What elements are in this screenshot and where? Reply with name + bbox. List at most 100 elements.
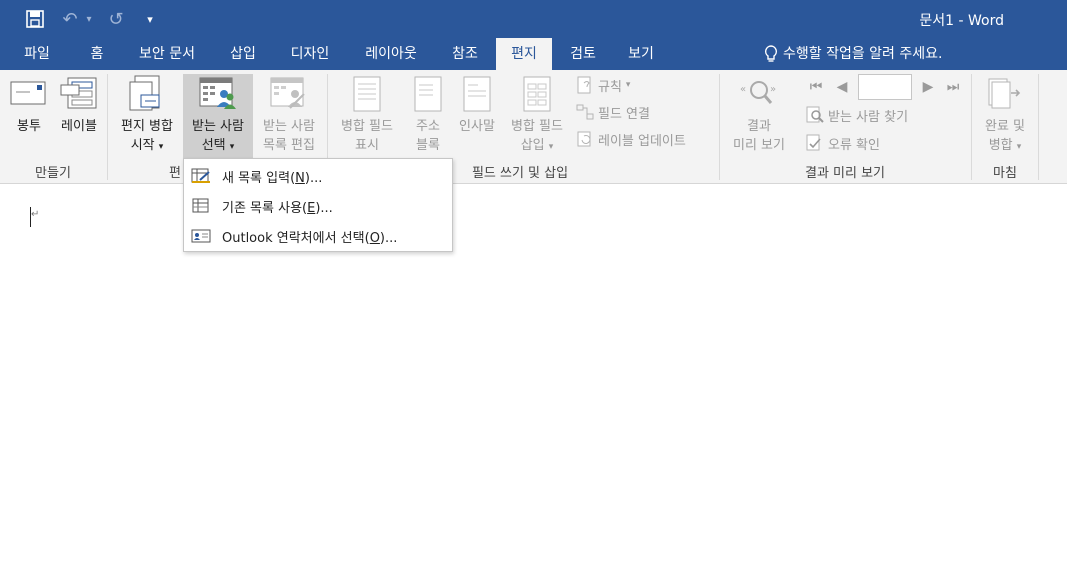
tab-references[interactable]: 참조 [440,38,490,70]
next-record-icon[interactable]: ▶ [920,78,936,96]
menu-item-label: 기존 목록 사용(E)... [222,197,333,216]
edit-recipient-list-button[interactable]: 받는 사람 목록 편집 [254,74,324,160]
tab-security[interactable]: 보안 문서 [128,38,206,70]
envelopes-button[interactable]: 봉투 [6,74,52,160]
word-window: ↶ ▾ ↺ ▾ 문서1 - Word 파일 홈 보안 문서 삽입 디자인 레이아… [0,0,1067,570]
undo-dropdown-icon[interactable]: ▾ [84,8,94,30]
tab-design[interactable]: 디자인 [280,38,340,70]
insert-merge-field-line2: 삽입 [520,138,545,153]
save-icon[interactable] [22,8,48,30]
window-title: 문서1 - Word [919,13,1004,29]
preview-magnifier-icon: «» [739,74,779,114]
tab-file[interactable]: 파일 [12,38,62,70]
group-finish-label: 마침 [993,166,1017,181]
update-labels-button[interactable]: 레이블 업데이트 [576,128,686,150]
recipients-icon [198,74,238,114]
group-write-insert-label: 필드 쓰기 및 삽입 [471,166,569,181]
last-record-icon[interactable]: ⏭ [945,78,961,96]
highlight-fields-label: 병합 필드 [341,119,393,134]
group-preview-label: 결과 미리 보기 [804,166,886,181]
tab-view[interactable]: 보기 [616,38,666,70]
preview-results-label-2: 미리 보기 [733,138,785,153]
svg-text:«: « [740,84,746,95]
tab-review[interactable]: 검토 [558,38,608,70]
start-merge-line2: 시작 [130,138,155,153]
highlight-merge-fields-button[interactable]: 병합 필드 표시 [330,74,404,160]
menu-item-label: Outlook 연락처에서 선택(O)... [222,227,397,246]
contact-card-icon [190,227,212,245]
tell-me-text: 수행할 작업을 알려 주세요. [783,46,943,62]
select-recipients-button[interactable]: 받는 사람 선택 ▾ [183,74,253,160]
labels-icon [59,74,99,114]
first-record-icon[interactable]: ⏮ [808,78,824,96]
address-block-label-2: 블록 [416,138,440,153]
tab-insert[interactable]: 삽입 [218,38,268,70]
tab-layout[interactable]: 레이아웃 [354,38,428,70]
record-number-input[interactable] [858,74,912,100]
ribbon: 봉투 레이블 만들기 편지 병합 시작 ▾ 받는 사람 선택 ▾ 받는 사람 목… [0,70,1067,184]
edit-list-icon [269,74,309,114]
start-merge-label-2: 시작 ▾ [130,138,164,153]
finish-merge-icon [985,74,1025,114]
match-fields-icon [576,104,594,120]
menu-text: Outlook 연락처에서 선택( [222,230,370,246]
undo-icon[interactable]: ↶ [60,8,80,30]
update-labels-icon [577,131,591,147]
redo-icon[interactable]: ↺ [106,8,126,30]
find-recipient-button[interactable]: 받는 사람 찾기 [806,104,908,126]
insert-merge-field-button[interactable]: 병합 필드 삽입 ▾ [502,74,572,160]
match-fields-button[interactable]: 필드 연결 [576,101,650,123]
menu-access-key: N [295,170,305,186]
address-block-button[interactable]: 주소 블록 [406,74,450,160]
select-recipients-label-2: 선택 ▾ [201,138,235,153]
start-merge-label: 편지 병합 [121,119,173,134]
paragraph-mark: ↵ [31,209,40,220]
address-block-label: 주소 [416,119,440,134]
insert-merge-field-label-2: 삽입 ▾ [520,138,554,153]
update-labels-label: 레이블 업데이트 [598,133,686,149]
title-bar: ↶ ▾ ↺ ▾ 문서1 - Word [0,0,1067,38]
group-separator [719,74,720,180]
rules-icon [577,76,591,94]
finish-merge-button[interactable]: 완료 및 병합 ▾ [974,74,1036,160]
new-list-icon [190,167,212,185]
preview-results-label: 결과 [747,119,771,134]
select-recipients-line2: 선택 [201,138,226,153]
find-recipient-icon [806,106,824,123]
check-errors-icon [806,134,821,151]
customize-toolbar-icon[interactable]: ▾ [142,8,158,30]
find-recipient-label: 받는 사람 찾기 [828,109,909,125]
group-create-label: 만들기 [35,166,71,181]
select-recipients-menu: 새 목록 입력(N)... 기존 목록 사용(E)... Outlook 연락처… [183,158,453,252]
address-block-icon [408,74,448,114]
svg-text:»: » [770,84,776,95]
highlight-fields-icon [347,74,387,114]
finish-merge-label-2: 병합 ▾ [988,138,1022,153]
menu-item-outlook-contacts[interactable]: Outlook 연락처에서 선택(O)... [184,221,452,251]
group-separator [1038,74,1039,180]
labels-button[interactable]: 레이블 [54,74,104,160]
menu-item-label: 새 목록 입력(N)... [222,167,322,186]
envelopes-label: 봉투 [17,119,41,134]
ribbon-tabs: 파일 홈 보안 문서 삽입 디자인 레이아웃 참조 편지 검토 보기 수행할 작… [0,38,1067,70]
check-errors-label: 오류 확인 [828,137,880,153]
menu-suffix: )... [315,200,333,216]
menu-item-use-existing-list[interactable]: 기존 목록 사용(E)... [184,191,452,221]
menu-item-type-new-list[interactable]: 새 목록 입력(N)... [184,161,452,191]
rules-button[interactable]: 규칙 ▾ [576,74,630,96]
existing-list-icon [190,197,212,215]
tab-mailings[interactable]: 편지 [496,38,552,70]
document-canvas[interactable]: ↵ [0,185,1067,570]
match-fields-label: 필드 연결 [598,106,650,122]
check-errors-button[interactable]: 오류 확인 [806,132,880,154]
tab-home[interactable]: 홈 [80,38,114,70]
previous-record-icon[interactable]: ◀ [834,78,850,96]
greeting-line-button[interactable]: 인사말 [452,74,502,160]
preview-results-button[interactable]: «» 결과 미리 보기 [722,74,796,160]
insert-field-icon [517,74,557,114]
lightbulb-icon [764,45,778,62]
greeting-line-label: 인사말 [459,119,495,134]
start-mail-merge-button[interactable]: 편지 병합 시작 ▾ [112,74,182,160]
tell-me-box[interactable]: 수행할 작업을 알려 주세요. [764,38,942,70]
rules-label: 규칙 [598,79,622,95]
